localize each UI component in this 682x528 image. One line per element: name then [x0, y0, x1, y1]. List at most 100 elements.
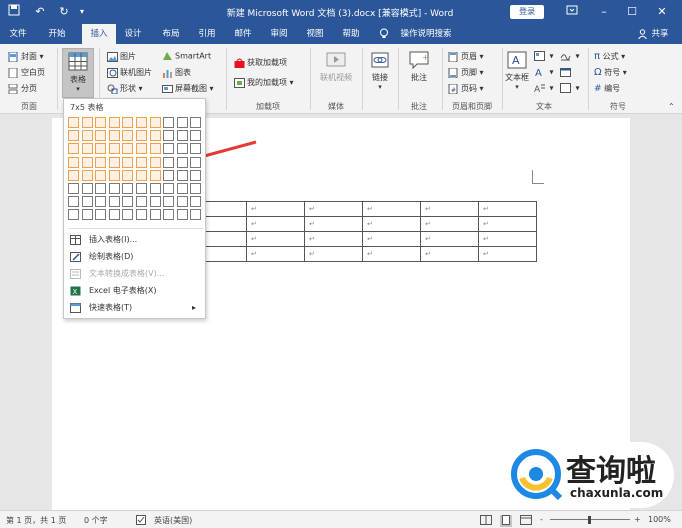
table-grid-cell[interactable] — [190, 169, 202, 181]
tab-layout[interactable]: 布局 — [156, 24, 186, 44]
link-button[interactable]: 链接 ▾ — [366, 50, 394, 91]
ribbon-display-icon[interactable] — [564, 4, 580, 20]
datetime-button[interactable] — [560, 67, 573, 77]
table-cell[interactable]: ↵ — [246, 201, 305, 217]
undo-icon[interactable]: ↶ — [30, 4, 50, 20]
table-grid-cell[interactable] — [163, 130, 175, 142]
word-count[interactable]: 0 个字 — [84, 515, 108, 526]
table-grid-cell[interactable] — [176, 209, 188, 221]
symbol-button[interactable]: Ω 符号 ▾ — [594, 67, 627, 78]
table-row[interactable]: ↵↵↵↵↵↵ — [188, 201, 537, 217]
table-grid-cell[interactable] — [108, 183, 120, 194]
table-grid-cell[interactable] — [68, 196, 79, 208]
zoom-out-button[interactable]: - — [540, 515, 543, 524]
comment-button[interactable]: + 批注 — [404, 50, 434, 83]
header-button[interactable]: 页眉 ▾ — [448, 51, 484, 62]
table-grid-cell[interactable] — [176, 196, 188, 208]
print-layout-icon[interactable] — [500, 515, 512, 527]
table-grid-cell[interactable] — [122, 169, 134, 181]
tab-file[interactable]: 文件 — [4, 24, 32, 44]
table-grid-cell[interactable] — [176, 183, 188, 194]
table-grid-cell[interactable] — [108, 156, 120, 168]
table-grid-cell[interactable] — [136, 117, 147, 128]
table-grid-cell[interactable] — [149, 196, 161, 208]
table-grid-cell[interactable] — [136, 196, 147, 208]
table-grid-cell[interactable] — [122, 156, 134, 168]
shapes-button[interactable]: 形状 ▾ — [107, 83, 143, 94]
table-grid-cell[interactable] — [136, 156, 147, 168]
collapse-ribbon-icon[interactable]: ⌃ — [668, 102, 675, 111]
table-grid-cell[interactable] — [95, 183, 107, 194]
table-grid-cell[interactable] — [163, 143, 175, 155]
table-grid-cell[interactable] — [68, 156, 79, 168]
table-grid-cell[interactable] — [149, 169, 161, 181]
table-grid-cell[interactable] — [190, 156, 202, 168]
textbox-button[interactable]: A 文本框 ▾ — [504, 50, 530, 91]
table-menu-item[interactable]: 快速表格(T) ▸ — [68, 300, 202, 316]
table-grid-cell[interactable] — [163, 183, 175, 194]
tab-design[interactable]: 设计 — [118, 24, 148, 44]
page-break-button[interactable]: 分页 — [8, 83, 37, 94]
table-grid-cell[interactable] — [136, 143, 147, 155]
table-grid-cell[interactable] — [81, 117, 93, 128]
table-cell[interactable]: ↵ — [420, 231, 479, 247]
table-cell[interactable]: ↵ — [304, 216, 363, 232]
table-grid-cell[interactable] — [95, 117, 107, 128]
table-cell[interactable]: ↵ — [246, 216, 305, 232]
tab-view[interactable]: 视图 — [300, 24, 330, 44]
table-cell[interactable]: ↵ — [478, 231, 537, 247]
table-grid-cell[interactable] — [122, 117, 134, 128]
table-grid-cell[interactable] — [190, 117, 202, 128]
get-addins-button[interactable]: 获取加载项 — [234, 57, 287, 68]
table-grid-cell[interactable] — [122, 196, 134, 208]
table-cell[interactable]: ↵ — [362, 201, 421, 217]
table-grid-cell[interactable] — [95, 130, 107, 142]
table-grid-cell[interactable] — [108, 143, 120, 155]
quick-parts-button[interactable]: ▾ — [534, 51, 554, 61]
table-cell[interactable]: ↵ — [362, 216, 421, 232]
dropcap-button[interactable]: A ▾ — [534, 83, 554, 94]
online-video-button[interactable]: 联机视频 — [314, 50, 358, 83]
table-grid-cell[interactable] — [176, 169, 188, 181]
smartart-button[interactable]: SmartArt — [162, 51, 211, 61]
table-grid-cell[interactable] — [163, 117, 175, 128]
table-grid-cell[interactable] — [149, 183, 161, 194]
table-grid-cell[interactable] — [108, 169, 120, 181]
zoom-slider-thumb[interactable] — [588, 516, 591, 524]
minimize-icon[interactable]: – — [596, 4, 612, 20]
table-grid-cell[interactable] — [136, 209, 147, 221]
table-menu-item[interactable]: 绘制表格(D) — [68, 249, 202, 265]
table-grid-cell[interactable] — [190, 143, 202, 155]
document-table[interactable]: ↵↵↵↵↵↵↵↵↵↵↵↵↵↵↵↵↵↵↵↵↵↵↵↵ — [188, 201, 537, 262]
table-grid-cell[interactable] — [95, 143, 107, 155]
table-button[interactable]: 表格 ▾ — [62, 48, 94, 98]
table-grid-cell[interactable] — [108, 196, 120, 208]
equation-button[interactable]: π 公式 ▾ — [594, 51, 625, 62]
cover-page-button[interactable]: 封面 ▾ — [8, 51, 44, 62]
tab-home[interactable]: 开始 — [40, 24, 74, 44]
table-grid-cell[interactable] — [149, 209, 161, 221]
table-grid-cell[interactable] — [122, 143, 134, 155]
footer-button[interactable]: 页脚 ▾ — [448, 67, 484, 78]
table-grid-cell[interactable] — [81, 209, 93, 221]
table-menu-item[interactable]: 插入表格(I)... — [68, 232, 202, 248]
table-row[interactable]: ↵↵↵↵↵↵ — [188, 216, 537, 232]
table-grid-cell[interactable] — [95, 196, 107, 208]
table-grid-cell[interactable] — [136, 130, 147, 142]
table-cell[interactable]: ↵ — [246, 246, 305, 262]
table-grid-cell[interactable] — [136, 169, 147, 181]
table-grid-cell[interactable] — [122, 130, 134, 142]
number-button[interactable]: # 编号 — [594, 83, 620, 94]
zoom-in-button[interactable]: + — [634, 515, 641, 524]
table-cell[interactable]: ↵ — [304, 246, 363, 262]
table-grid-cell[interactable] — [176, 156, 188, 168]
object-button[interactable]: ▾ — [560, 83, 580, 93]
tab-insert[interactable]: 插入 — [82, 24, 116, 44]
table-grid-cell[interactable] — [68, 130, 79, 142]
my-addins-button[interactable]: 我的加载项 ▾ — [234, 77, 294, 88]
table-grid-cell[interactable] — [95, 209, 107, 221]
table-grid-cell[interactable] — [176, 143, 188, 155]
table-grid-cell[interactable] — [81, 130, 93, 142]
table-grid-cell[interactable] — [108, 117, 120, 128]
table-grid-cell[interactable] — [149, 156, 161, 168]
